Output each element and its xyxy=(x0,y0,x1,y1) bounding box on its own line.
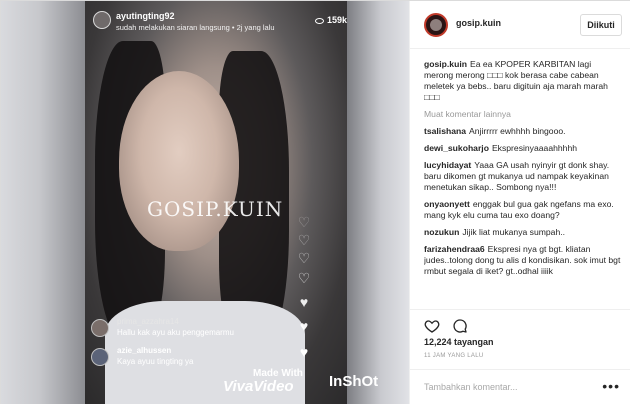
live-comment-text: Hallu kak ayu aku penggemarmu xyxy=(117,328,234,337)
comment-username[interactable]: lucyhidayat xyxy=(424,160,471,170)
viewer-count-value: 159k xyxy=(326,15,347,25)
add-comment-bar: Tambahkan komentar... ••• xyxy=(410,369,630,404)
vivavideo-logo: VivaVideo xyxy=(223,378,294,395)
video-subject-face xyxy=(119,71,239,251)
host-avatar xyxy=(93,11,111,29)
post-caption: gosip.kuin Ea ea KPOPER KARBITAN lagi mer… xyxy=(424,59,622,103)
comment-username[interactable]: onyaonyett xyxy=(424,199,470,209)
commenter-avatar xyxy=(91,319,109,337)
video-media[interactable]: ayutingting92 sudah melakukan siaran lan… xyxy=(1,1,409,404)
view-count[interactable]: 12,224 tayangan xyxy=(424,337,494,347)
caption-username[interactable]: gosip.kuin xyxy=(424,59,467,69)
heart-icon: ♡ xyxy=(297,232,311,248)
comment-username[interactable]: tsalishana xyxy=(424,126,466,136)
inshot-logo: InShOt xyxy=(329,373,379,390)
post-timestamp: 11 JAM YANG LALU xyxy=(424,353,484,359)
comment-list[interactable]: gosip.kuin Ea ea KPOPER KARBITAN lagi mer… xyxy=(424,59,622,315)
viewer-count: 159k xyxy=(314,15,347,25)
post-side-panel: gosip.kuin Diikuti gosip.kuin Ea ea KPOPE… xyxy=(409,1,630,404)
post-header: gosip.kuin Diikuti xyxy=(410,1,630,49)
heart-icon: ♡ xyxy=(297,250,311,266)
live-comment-user: prima_azzahra14 xyxy=(117,317,179,326)
floating-hearts: ♡ ♡ ♡ ♡ ♥ ♥ ♥ xyxy=(297,215,317,365)
comment-item: lucyhidayat Yaaa GA usah nyinyir gt donk … xyxy=(424,160,622,193)
eye-icon xyxy=(314,17,324,24)
blur-background-left xyxy=(1,1,85,404)
live-comment-user: azie_alhussen xyxy=(117,346,172,355)
blur-background-right xyxy=(347,1,409,404)
comment-text: Ekspresinyaaaahhhhh xyxy=(491,143,577,153)
heart-icon[interactable] xyxy=(424,318,440,334)
comment-username[interactable]: farizahendraa6 xyxy=(424,244,485,254)
instagram-post: ayutingting92 sudah melakukan siaran lan… xyxy=(0,0,630,404)
account-username[interactable]: gosip.kuin xyxy=(456,18,501,28)
comment-item: farizahendraa6 Ekspresi nya gt bgt. kliat… xyxy=(424,244,622,277)
load-more-comments[interactable]: Muat komentar lainnya xyxy=(424,109,622,119)
comment-username[interactable]: nozukun xyxy=(424,227,459,237)
live-top-bar: ayutingting92 sudah melakukan siaran lan… xyxy=(85,9,347,39)
account-avatar[interactable] xyxy=(424,13,448,37)
host-username: ayutingting92 xyxy=(116,11,175,21)
comment-username[interactable]: dewi_sukoharjo xyxy=(424,143,489,153)
add-comment-input[interactable]: Tambahkan komentar... xyxy=(424,382,518,392)
comment-text: Anjirrrrr ewhhhh bingooo. xyxy=(469,126,566,136)
comment-text: Jijik liat mukanya sumpah.. xyxy=(462,227,566,237)
comment-item: onyaonyett enggak bul gua gak ngefans ma … xyxy=(424,199,622,221)
commenter-avatar xyxy=(91,348,109,366)
post-actions xyxy=(410,309,630,337)
live-comment: azie_alhussen Kaya ayuu tingting ya xyxy=(91,346,311,370)
comment-item: dewi_sukoharjo Ekspresinyaaaahhhhh xyxy=(424,143,622,154)
live-comment: prima_azzahra14 Hallu kak ayu aku pengge… xyxy=(91,317,311,341)
heart-icon: ♡ xyxy=(297,214,311,230)
live-status-text: sudah melakukan siaran langsung • 2j yan… xyxy=(116,23,275,32)
watermark: GOSIP.KUIN xyxy=(147,197,284,221)
comment-item: nozukun Jijik liat mukanya sumpah.. xyxy=(424,227,622,238)
comment-icon[interactable] xyxy=(452,318,468,334)
heart-icon: ♥ xyxy=(299,294,309,310)
live-comment-text: Kaya ayuu tingting ya xyxy=(117,357,194,366)
heart-icon: ♡ xyxy=(297,270,311,286)
comment-item: tsalishana Anjirrrrr ewhhhh bingooo. xyxy=(424,126,622,137)
more-options-icon[interactable]: ••• xyxy=(602,378,620,394)
following-button[interactable]: Diikuti xyxy=(580,14,622,36)
